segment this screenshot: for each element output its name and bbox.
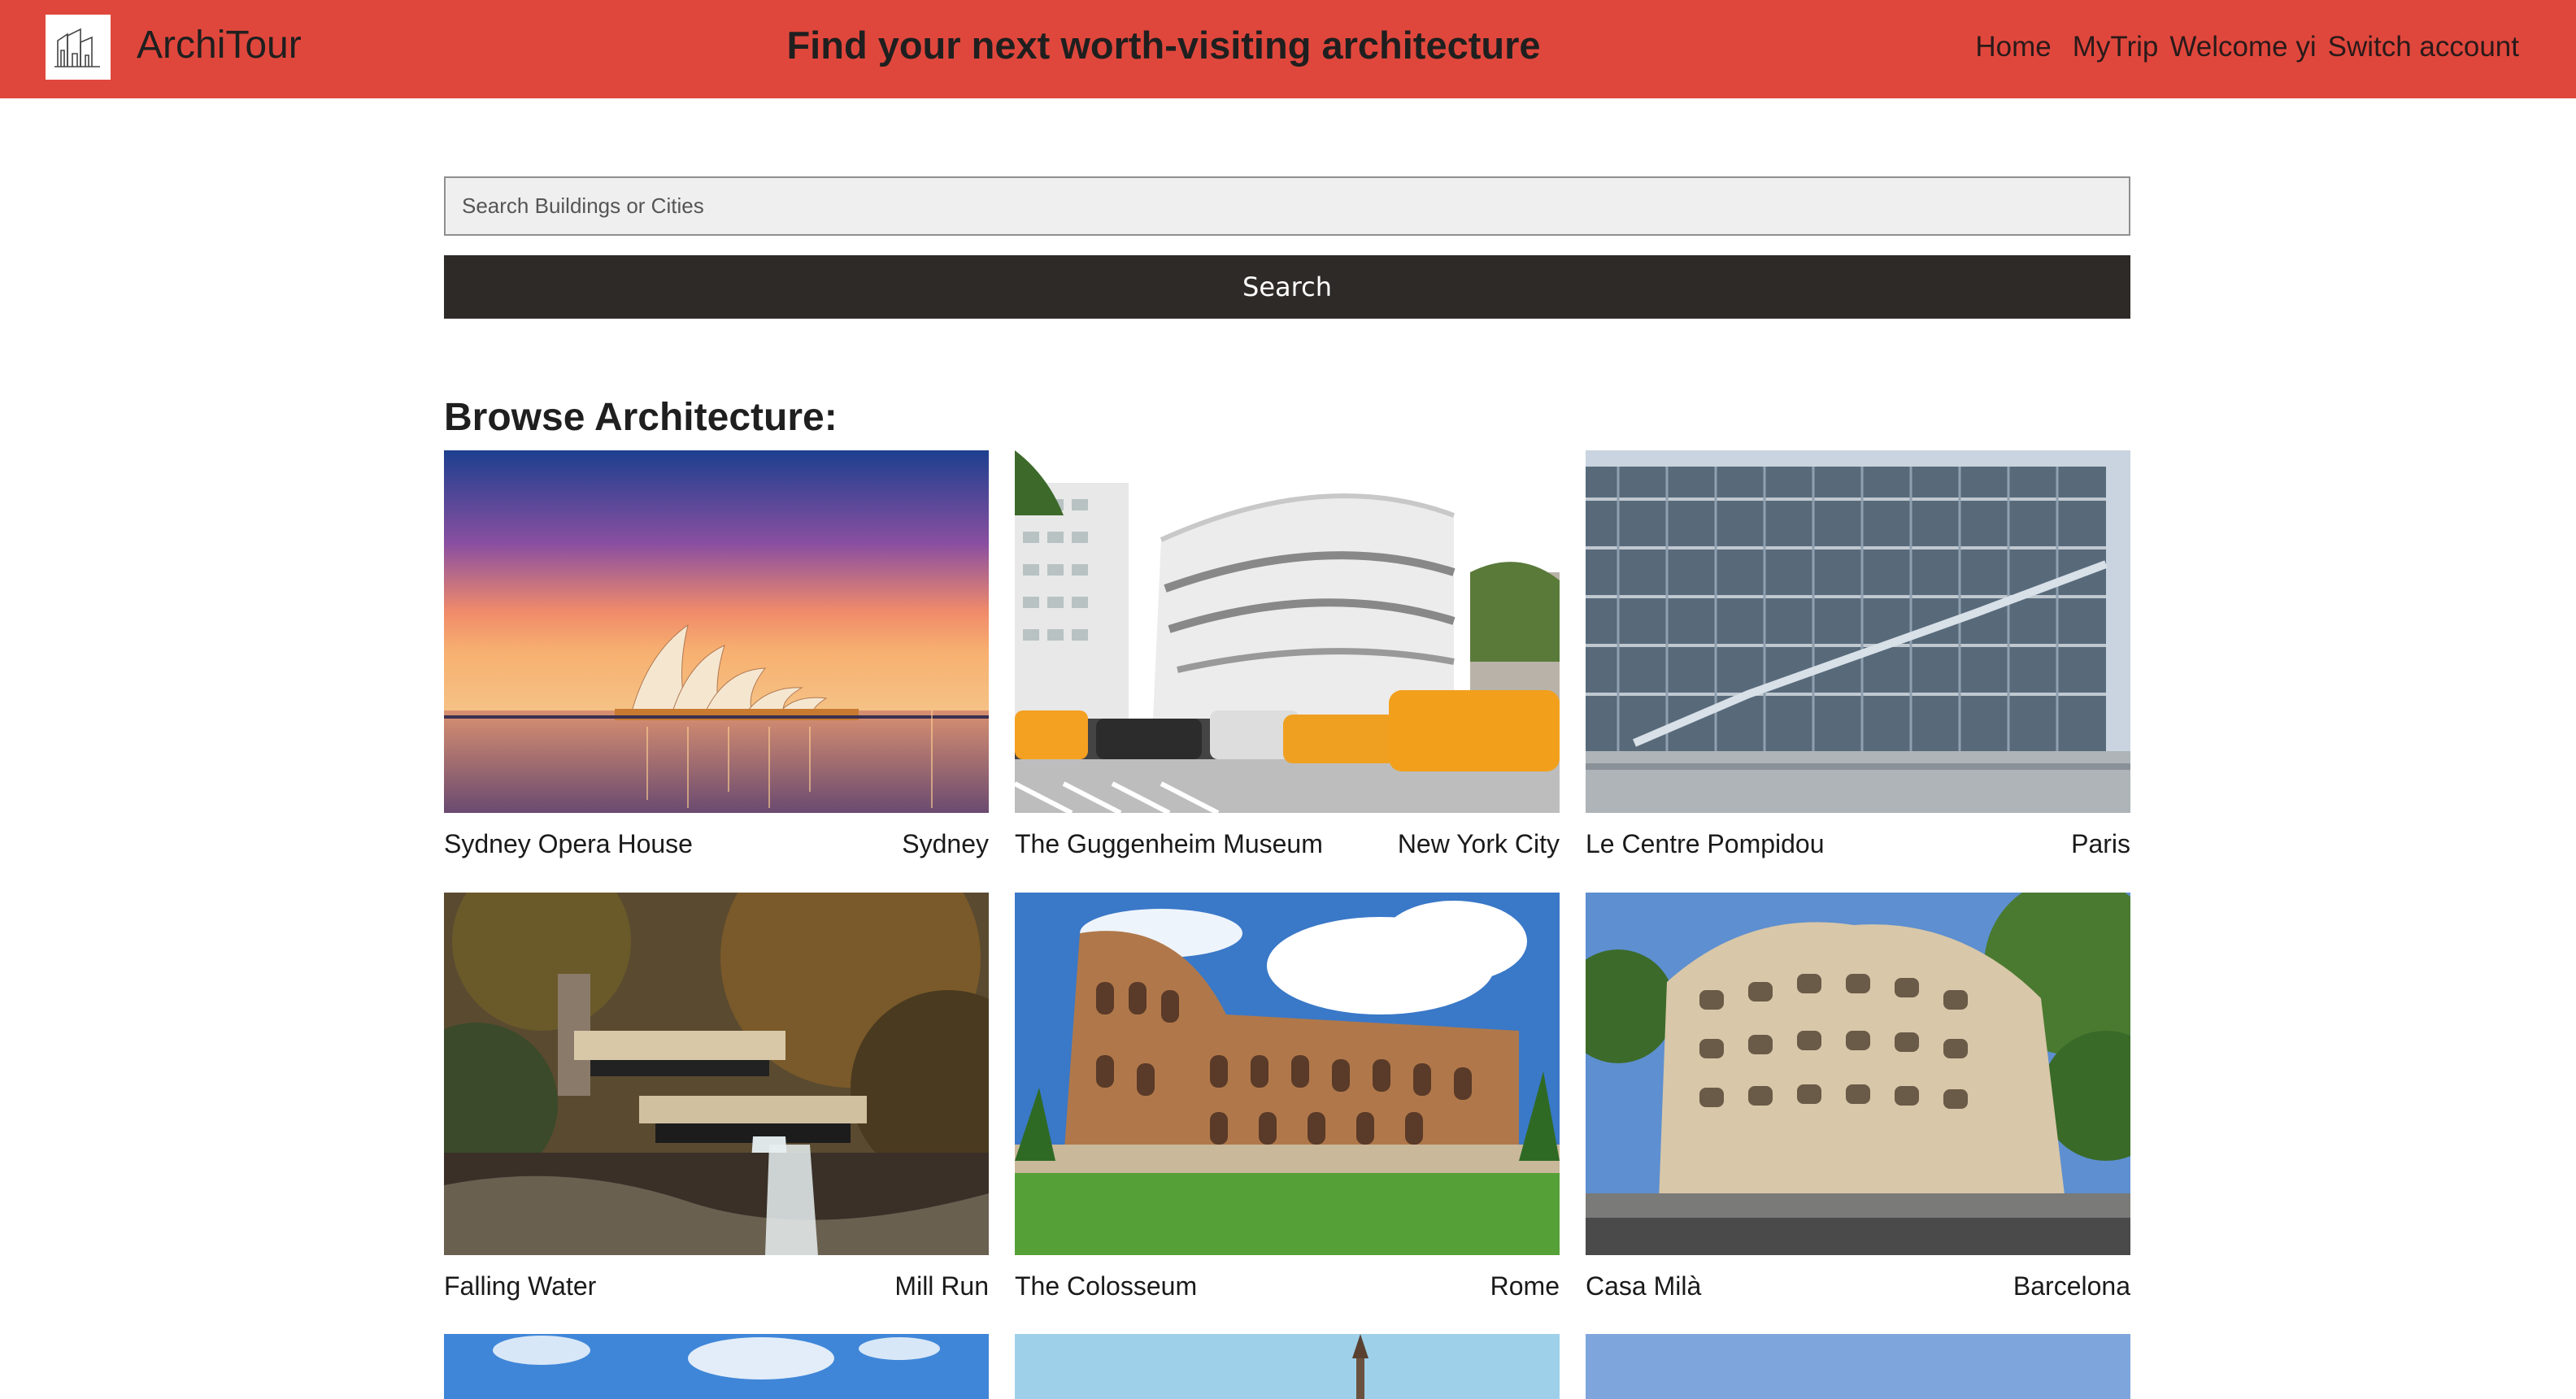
- card-caption: The Colosseum Rome: [1015, 1270, 1560, 1302]
- falling-water-photo[interactable]: [444, 893, 989, 1255]
- building-name[interactable]: Sydney Opera House: [444, 828, 693, 860]
- architecture-card[interactable]: Sydney Opera House Sydney: [444, 450, 989, 860]
- nav-welcome-text: Welcome yi: [2169, 31, 2317, 63]
- building-city: Mill Run: [894, 1271, 989, 1301]
- architecture-card[interactable]: Le Centre Pompidou Paris: [1586, 450, 2130, 860]
- colosseum-photo[interactable]: [1015, 893, 1560, 1255]
- card-caption: Sydney Opera House Sydney: [444, 828, 989, 860]
- building-city: Barcelona: [2012, 1271, 2130, 1301]
- building-city: Paris: [2071, 829, 2130, 858]
- card-caption: Le Centre Pompidou Paris: [1586, 828, 2130, 860]
- nav-home-link[interactable]: Home: [1975, 26, 2051, 68]
- brand-name[interactable]: ArchiTour: [137, 21, 302, 70]
- search-input[interactable]: [444, 176, 2130, 236]
- architecture-card[interactable]: Casa Milà Barcelona: [1586, 893, 2130, 1302]
- top-nav: Home MyTrip Welcome yi Switch account: [1964, 26, 2519, 68]
- buildings-icon: [54, 28, 100, 67]
- building-name[interactable]: The Guggenheim Museum: [1015, 828, 1323, 860]
- browse-title: Browse Architecture:: [444, 396, 838, 439]
- sydney-opera-house-photo[interactable]: [444, 450, 989, 813]
- search-button[interactable]: Search: [444, 255, 2130, 319]
- logo[interactable]: [46, 15, 111, 80]
- card-caption: Falling Water Mill Run: [444, 1270, 989, 1302]
- architecture-card[interactable]: [1015, 1334, 1560, 1399]
- building-city: New York City: [1397, 829, 1560, 858]
- building-city: Rome: [1490, 1271, 1560, 1301]
- nav-switch-account-link[interactable]: Switch account: [2328, 26, 2519, 68]
- building-photo[interactable]: [1015, 1334, 1560, 1399]
- architecture-card[interactable]: [444, 1334, 989, 1399]
- card-caption: Casa Milà Barcelona: [1586, 1270, 2130, 1302]
- casa-mila-photo[interactable]: [1586, 893, 2130, 1255]
- architecture-card[interactable]: Falling Water Mill Run: [444, 893, 989, 1302]
- architecture-card[interactable]: The Guggenheim Museum New York City: [1015, 450, 1560, 860]
- building-name[interactable]: Falling Water: [444, 1270, 596, 1302]
- building-name[interactable]: Le Centre Pompidou: [1586, 828, 1825, 860]
- building-city: Sydney: [902, 829, 989, 858]
- top-header: ArchiTour Find your next worth-visiting …: [0, 0, 2576, 98]
- architecture-card[interactable]: [1586, 1334, 2130, 1399]
- centre-pompidou-photo[interactable]: [1586, 450, 2130, 813]
- architecture-card[interactable]: The Colosseum Rome: [1015, 893, 1560, 1302]
- building-name[interactable]: The Colosseum: [1015, 1270, 1197, 1302]
- card-caption: The Guggenheim Museum New York City: [1015, 828, 1560, 860]
- guggenheim-museum-photo[interactable]: [1015, 450, 1560, 813]
- building-photo[interactable]: [444, 1334, 989, 1399]
- building-photo[interactable]: [1586, 1334, 2130, 1399]
- building-name[interactable]: Casa Milà: [1586, 1270, 1701, 1302]
- nav-mytrip-link[interactable]: MyTrip: [2073, 26, 2159, 68]
